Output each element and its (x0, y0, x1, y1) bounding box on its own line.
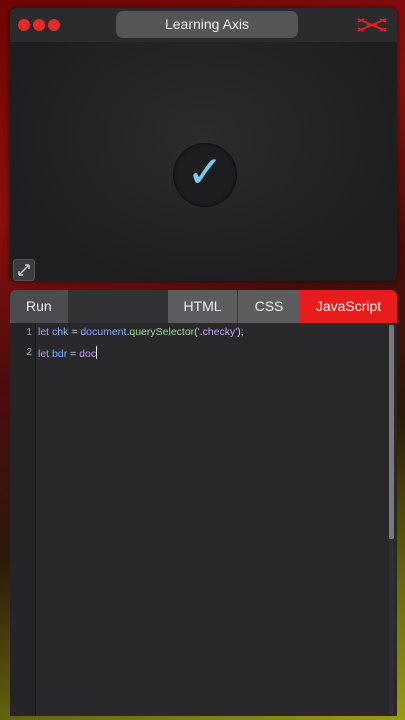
close-dot[interactable] (18, 19, 30, 31)
code-punctuation: ); (237, 326, 244, 338)
checkbox-toggle[interactable]: ✓ (173, 143, 237, 207)
code-line: let bdr = doc (38, 346, 98, 360)
checkmark-icon: ✓ (186, 147, 224, 198)
preview-area: ✓ (10, 42, 397, 281)
code-operator: = (67, 348, 80, 360)
code-method: querySelector (129, 326, 195, 338)
code-line: let chk = document.querySelector('.check… (38, 326, 244, 338)
scrollbar-thumb[interactable] (389, 325, 394, 539)
code-variable: bdr (49, 348, 68, 360)
run-button[interactable]: Run (10, 290, 68, 323)
code-textarea[interactable]: 1 2 let chk = document.querySelector('.c… (10, 323, 397, 716)
expand-arrows-icon (18, 264, 30, 276)
tab-html[interactable]: HTML (168, 290, 237, 323)
preview-window: Learning Axis ✓ (10, 8, 397, 281)
line-number: 2 (26, 347, 32, 358)
code-operator: = (68, 326, 81, 338)
text-cursor (96, 346, 98, 359)
code-object: doc (79, 348, 97, 360)
tab-javascript[interactable]: JavaScript (300, 290, 397, 323)
code-editor: Run HTML CSS JavaScript 1 2 let chk = do… (10, 290, 397, 716)
window-title: Learning Axis (116, 11, 298, 38)
editor-tabbar: Run HTML CSS JavaScript (10, 290, 397, 323)
minimize-dot[interactable] (33, 19, 45, 31)
maximize-dot[interactable] (48, 19, 60, 31)
code-object: document (80, 326, 127, 338)
expand-button[interactable] (13, 259, 35, 281)
titlebar: Learning Axis (10, 8, 397, 42)
code-string: '.checky' (197, 326, 238, 338)
code-keyword: let (38, 326, 50, 338)
tab-css[interactable]: CSS (238, 290, 300, 323)
code-variable: chk (49, 326, 69, 338)
line-number: 1 (26, 327, 32, 338)
line-gutter: 1 2 (10, 323, 36, 716)
crossed-swords-logo-icon (357, 18, 387, 32)
window-controls (18, 19, 60, 31)
code-keyword: let (38, 348, 50, 360)
